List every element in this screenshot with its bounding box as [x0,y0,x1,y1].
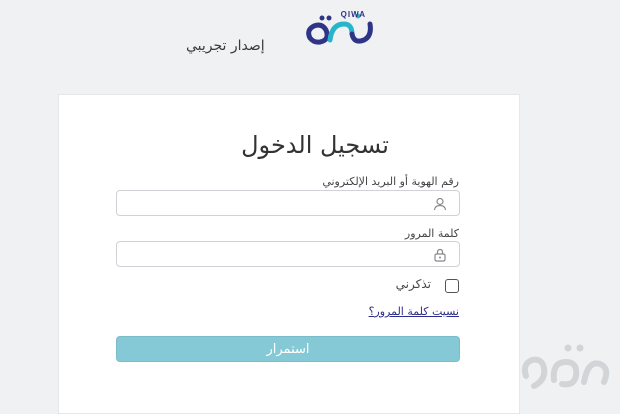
user-icon [433,196,447,211]
brand-header: QIWA إصدار تجريبي [186,8,396,58]
continue-button[interactable]: استمرار [116,336,460,362]
remember-label: تذكرني [395,277,431,291]
id-field[interactable] [116,190,460,216]
logo-latin-text: QIWA [340,10,366,19]
password-input[interactable] [123,244,417,266]
password-label: كلمة المرور [404,227,459,240]
page-title: تسجيل الدخول [241,131,389,159]
password-field[interactable] [116,241,460,267]
login-card: تسجيل الدخول رقم الهوية أو البريد الإلكت… [58,94,520,414]
qiwa-logo: QIWA [300,10,380,50]
id-input[interactable] [123,193,417,215]
lock-icon [433,247,447,262]
id-label: رقم الهوية أو البريد الإلكتروني [322,175,459,188]
remember-checkbox[interactable] [445,279,459,293]
beta-tagline: إصدار تجريبي [186,38,265,54]
watermark-logo [518,336,616,396]
forgot-password-link[interactable]: نسيت كلمة المرور؟ [369,305,459,318]
